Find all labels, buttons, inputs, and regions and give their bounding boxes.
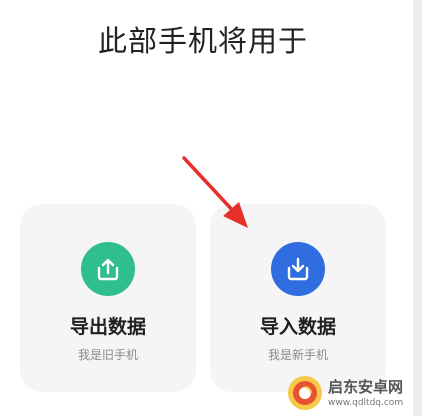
red-arrow-icon — [182, 156, 248, 228]
import-data-label: 导入数据 — [259, 316, 336, 338]
import-icon-circle — [271, 242, 325, 296]
site-watermark: 启东安卓网 www.qdltdq.com — [286, 372, 422, 416]
scroll-edge — [413, 0, 422, 416]
export-data-sublabel: 我是旧手机 — [77, 348, 138, 362]
watermark-url: www.qdltdq.com — [328, 398, 404, 408]
import-data-sublabel: 我是新手机 — [267, 348, 328, 362]
download-tray-icon — [287, 257, 309, 281]
export-data-option[interactable]: 导出数据 我是旧手机 — [20, 204, 196, 392]
import-data-option[interactable]: 导入数据 我是新手机 — [210, 204, 386, 392]
export-data-label: 导出数据 — [69, 316, 146, 338]
site-logo-icon — [288, 376, 322, 410]
watermark-name: 启东安卓网 — [328, 378, 404, 396]
upload-tray-icon — [97, 258, 119, 281]
page-title: 此部手机将用于 — [97, 24, 308, 58]
export-icon-circle — [81, 242, 135, 296]
